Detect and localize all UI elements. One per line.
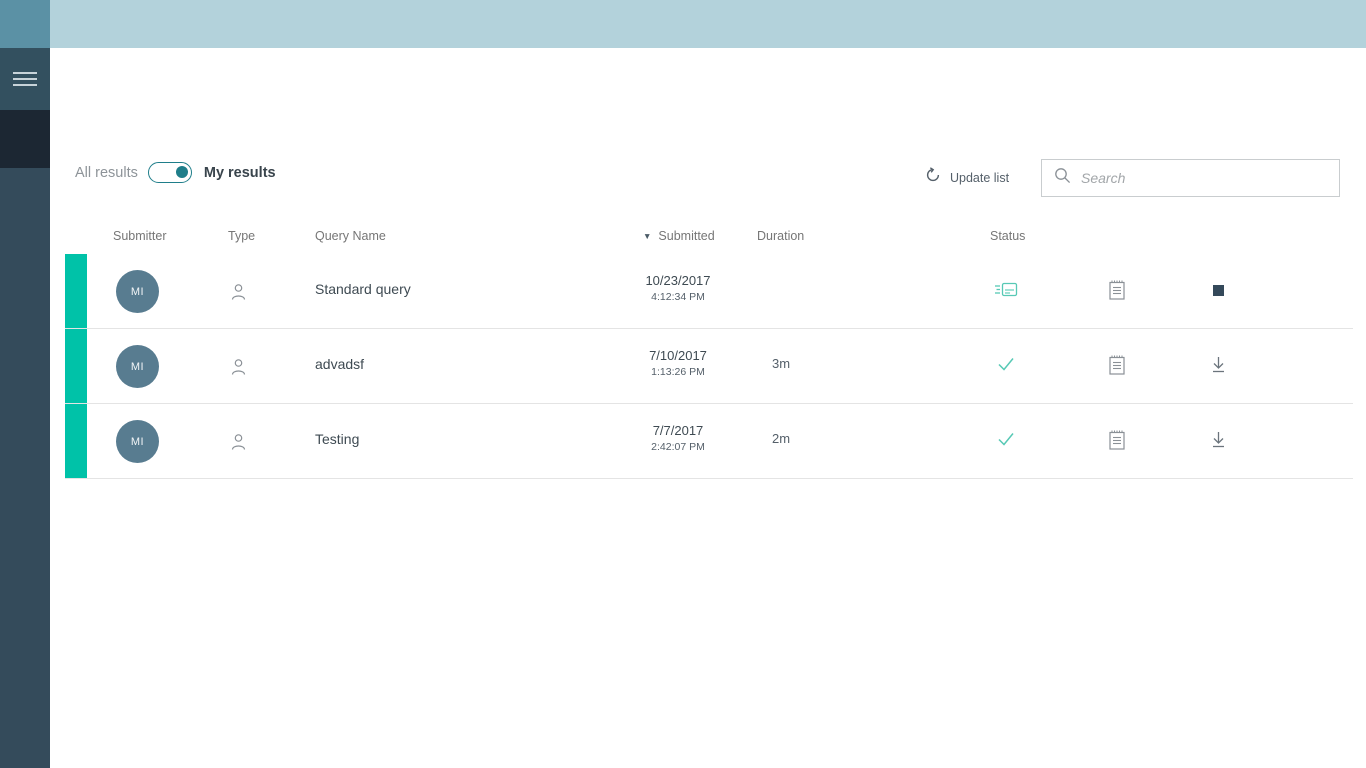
search-box xyxy=(1041,159,1340,197)
search-icon xyxy=(1054,167,1071,189)
row-accent-bar xyxy=(65,404,87,478)
submitted-time: 4:12:34 PM xyxy=(605,291,751,303)
search-input[interactable] xyxy=(1081,170,1327,186)
sort-desc-icon: ▼ xyxy=(643,231,651,241)
user-type-icon xyxy=(230,433,247,456)
status-completed-icon xyxy=(991,424,1021,454)
query-name: Standard query xyxy=(315,281,411,297)
hamburger-icon xyxy=(13,68,37,90)
stop-icon xyxy=(1213,285,1224,296)
user-type-icon xyxy=(230,358,247,381)
notes-button[interactable] xyxy=(1099,272,1135,308)
submitted-cell: 7/10/2017 1:13:26 PM xyxy=(605,348,751,378)
sidebar-section-block xyxy=(0,110,50,168)
query-name: Testing xyxy=(315,431,359,447)
user-type-icon xyxy=(230,283,247,306)
duration-value: 2m xyxy=(772,431,790,446)
avatar-initials: MI xyxy=(131,436,144,448)
query-name: advadsf xyxy=(315,356,364,372)
download-icon xyxy=(1210,356,1227,374)
submitted-time: 1:13:26 PM xyxy=(605,366,751,378)
submitted-date: 7/10/2017 xyxy=(605,348,751,363)
table-row[interactable]: MI Testing 7/7/2017 2:42:07 PM 2m xyxy=(65,404,1353,479)
my-results-label[interactable]: My results xyxy=(204,165,276,181)
avatar: MI xyxy=(116,345,159,388)
controls-row: All results My results Update list xyxy=(50,150,1366,206)
column-header-submitter: Submitter xyxy=(113,229,167,243)
submitted-cell: 7/7/2017 2:42:07 PM xyxy=(605,423,751,453)
update-list-label: Update list xyxy=(950,171,1009,185)
column-header-submitted[interactable]: ▼ Submitted xyxy=(643,229,715,243)
column-header-status: Status xyxy=(990,229,1025,243)
download-button[interactable] xyxy=(1200,422,1236,458)
download-button[interactable] xyxy=(1200,347,1236,383)
table-row[interactable]: MI Standard query 10/23/2017 4:12:34 PM xyxy=(65,254,1353,329)
menu-button[interactable] xyxy=(0,48,50,110)
results-table: Submitter Type Query Name ▼ Submitted Du… xyxy=(65,222,1353,479)
submitted-cell: 10/23/2017 4:12:34 PM xyxy=(605,273,751,303)
results-toggle-group: All results My results xyxy=(75,162,276,183)
all-results-label[interactable]: All results xyxy=(75,165,138,181)
notes-button[interactable] xyxy=(1099,347,1135,383)
avatar: MI xyxy=(116,270,159,313)
submitted-date: 10/23/2017 xyxy=(605,273,751,288)
table-header: Submitter Type Query Name ▼ Submitted Du… xyxy=(65,222,1353,254)
submitted-time: 2:42:07 PM xyxy=(605,441,751,453)
toggle-knob xyxy=(176,166,188,178)
sidebar-top-block xyxy=(0,0,50,48)
results-toggle[interactable] xyxy=(148,162,192,183)
avatar: MI xyxy=(116,420,159,463)
stop-button[interactable] xyxy=(1200,272,1236,308)
status-running-icon xyxy=(991,274,1021,304)
notes-button[interactable] xyxy=(1099,422,1135,458)
avatar-initials: MI xyxy=(131,286,144,298)
row-accent-bar xyxy=(65,254,87,328)
app-window: All results My results Update list xyxy=(0,0,1366,768)
column-header-type: Type xyxy=(228,229,255,243)
row-accent-bar xyxy=(65,329,87,403)
submitted-date: 7/7/2017 xyxy=(605,423,751,438)
update-list-button[interactable]: Update list xyxy=(925,167,1009,188)
download-icon xyxy=(1210,431,1227,449)
topbar xyxy=(50,0,1366,48)
table-row[interactable]: MI advadsf 7/10/2017 1:13:26 PM 3m xyxy=(65,329,1353,404)
duration-value: 3m xyxy=(772,356,790,371)
column-header-submitted-label: Submitted xyxy=(658,229,714,243)
column-header-query-name: Query Name xyxy=(315,229,386,243)
sidebar xyxy=(0,0,50,768)
column-header-duration: Duration xyxy=(757,229,804,243)
status-completed-icon xyxy=(991,349,1021,379)
avatar-initials: MI xyxy=(131,361,144,373)
refresh-icon xyxy=(925,167,941,188)
